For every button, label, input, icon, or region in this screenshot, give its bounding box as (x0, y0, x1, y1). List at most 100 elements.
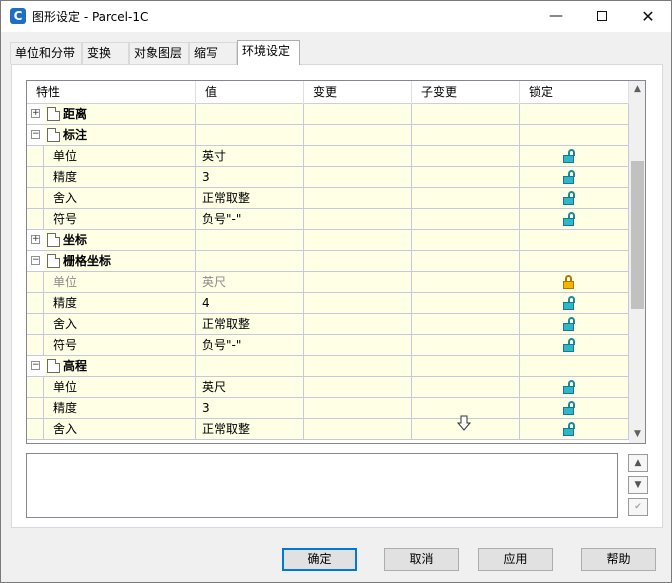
value-cell[interactable]: 负号"-" (196, 209, 304, 230)
description-box (26, 453, 618, 518)
override-cell[interactable] (304, 335, 412, 356)
check-icon[interactable]: ✔ (628, 498, 648, 516)
unlock-icon[interactable] (563, 401, 576, 415)
child-override-cell[interactable] (412, 293, 520, 314)
column-header-override[interactable]: 变更 (304, 81, 412, 104)
child-override-cell[interactable] (412, 146, 520, 167)
value-cell[interactable]: 英寸 (196, 146, 304, 167)
table-row[interactable]: 舍入 正常取整 (27, 188, 629, 209)
column-header-property[interactable]: 特性 (27, 81, 196, 104)
property-name: 舍入 (53, 191, 78, 205)
table-row[interactable]: 单位 英尺 (27, 377, 629, 398)
unlock-icon[interactable] (563, 149, 576, 163)
expand-icon[interactable]: + (31, 235, 40, 244)
tab-ambient-settings[interactable]: 环境设定 (237, 40, 300, 65)
group-row-coordinate[interactable]: + 坐标 (27, 230, 629, 251)
override-cell[interactable] (304, 167, 412, 188)
table-row[interactable]: 精度 3 (27, 167, 629, 188)
mouse-pointer-icon (457, 415, 471, 431)
group-row-distance[interactable]: + 距离 (27, 104, 629, 125)
lock-icon[interactable] (563, 275, 576, 289)
collapse-icon[interactable]: − (31, 130, 40, 139)
dialog-window: C 图形设定 - Parcel-1C — ✕ 单位和分带 变换 对象图层 缩写 … (0, 0, 672, 583)
value-cell[interactable]: 4 (196, 293, 304, 314)
column-header-lock[interactable]: 锁定 (520, 81, 629, 104)
apply-button[interactable]: 应用 (478, 548, 553, 571)
window-title: 图形设定 - Parcel-1C (32, 10, 149, 24)
column-header-value[interactable]: 值 (196, 81, 304, 104)
ok-button[interactable]: 确定 (282, 548, 357, 571)
unlock-icon[interactable] (563, 296, 576, 310)
civil3d-app-icon: C (10, 8, 26, 24)
unlock-icon[interactable] (563, 212, 576, 226)
table-row[interactable]: 单位 英寸 (27, 146, 629, 167)
table-row[interactable]: 符号 负号"-" (27, 209, 629, 230)
table-row[interactable]: 舍入 正常取整 (27, 314, 629, 335)
tab-units-and-zone[interactable]: 单位和分带 (10, 42, 82, 64)
value-cell[interactable]: 负号"-" (196, 335, 304, 356)
scroll-thumb[interactable] (631, 161, 644, 309)
table-row[interactable]: 符号 负号"-" (27, 335, 629, 356)
value-cell[interactable]: 3 (196, 398, 304, 419)
tab-object-layers[interactable]: 对象图层 (129, 42, 189, 64)
override-cell[interactable] (304, 188, 412, 209)
group-label: 坐标 (63, 233, 88, 247)
group-row-dimension[interactable]: − 标注 (27, 125, 629, 146)
tab-transformation[interactable]: 变换 (82, 42, 129, 64)
override-cell[interactable] (304, 314, 412, 335)
child-override-cell[interactable] (412, 377, 520, 398)
group-row-elevation[interactable]: − 高程 (27, 356, 629, 377)
value-cell[interactable]: 英尺 (196, 377, 304, 398)
maximize-icon (597, 11, 607, 21)
override-cell[interactable] (304, 419, 412, 440)
title-bar[interactable]: C 图形设定 - Parcel-1C — ✕ (1, 1, 671, 32)
unlock-icon[interactable] (563, 380, 576, 394)
property-name: 符号 (53, 338, 78, 352)
value-cell[interactable]: 正常取整 (196, 419, 304, 440)
table-row[interactable]: 舍入 正常取整 (27, 419, 629, 440)
unlock-icon[interactable] (563, 422, 576, 436)
unlock-icon[interactable] (563, 338, 576, 352)
group-label: 距离 (63, 107, 88, 121)
property-name: 单位 (53, 275, 78, 289)
unlock-icon[interactable] (563, 317, 576, 331)
override-cell[interactable] (304, 209, 412, 230)
override-cell[interactable] (304, 293, 412, 314)
scroll-down-icon[interactable]: ▼ (629, 426, 645, 443)
maximize-button[interactable] (579, 1, 625, 32)
collapse-icon[interactable]: − (31, 361, 40, 370)
grid-header: 特性 值 变更 子变更 锁定 (27, 81, 629, 104)
value-cell[interactable]: 3 (196, 167, 304, 188)
property-name: 精度 (53, 296, 78, 310)
cancel-button[interactable]: 取消 (384, 548, 459, 571)
child-override-cell[interactable] (412, 335, 520, 356)
value-cell[interactable]: 正常取整 (196, 314, 304, 335)
group-row-grid-coordinate[interactable]: − 栅格坐标 (27, 251, 629, 272)
close-button[interactable]: ✕ (625, 1, 671, 32)
override-cell[interactable] (304, 146, 412, 167)
tab-abbreviations[interactable]: 缩写 (189, 42, 237, 64)
child-override-cell[interactable] (412, 209, 520, 230)
scroll-up-icon[interactable]: ▲ (629, 81, 645, 98)
move-up-icon[interactable]: ▲ (628, 454, 648, 472)
value-cell[interactable]: 正常取整 (196, 188, 304, 209)
minimize-button[interactable]: — (533, 1, 579, 32)
unlock-icon[interactable] (563, 191, 576, 205)
override-cell[interactable] (304, 398, 412, 419)
vertical-scrollbar[interactable]: ▲ ▼ (629, 81, 645, 443)
expand-icon[interactable]: + (31, 109, 40, 118)
child-override-cell (412, 272, 520, 293)
override-cell[interactable] (304, 377, 412, 398)
move-down-icon[interactable]: ▼ (628, 476, 648, 494)
child-override-cell[interactable] (412, 167, 520, 188)
table-row[interactable]: 精度 4 (27, 293, 629, 314)
child-override-cell[interactable] (412, 188, 520, 209)
column-header-child-override[interactable]: 子变更 (412, 81, 520, 104)
collapse-icon[interactable]: − (31, 256, 40, 265)
child-override-cell[interactable] (412, 314, 520, 335)
help-button[interactable]: 帮助 (581, 548, 656, 571)
unlock-icon[interactable] (563, 170, 576, 184)
group-label: 栅格坐标 (63, 254, 112, 268)
table-row[interactable]: 精度 3 (27, 398, 629, 419)
table-row[interactable]: 单位 英尺 (27, 272, 629, 293)
